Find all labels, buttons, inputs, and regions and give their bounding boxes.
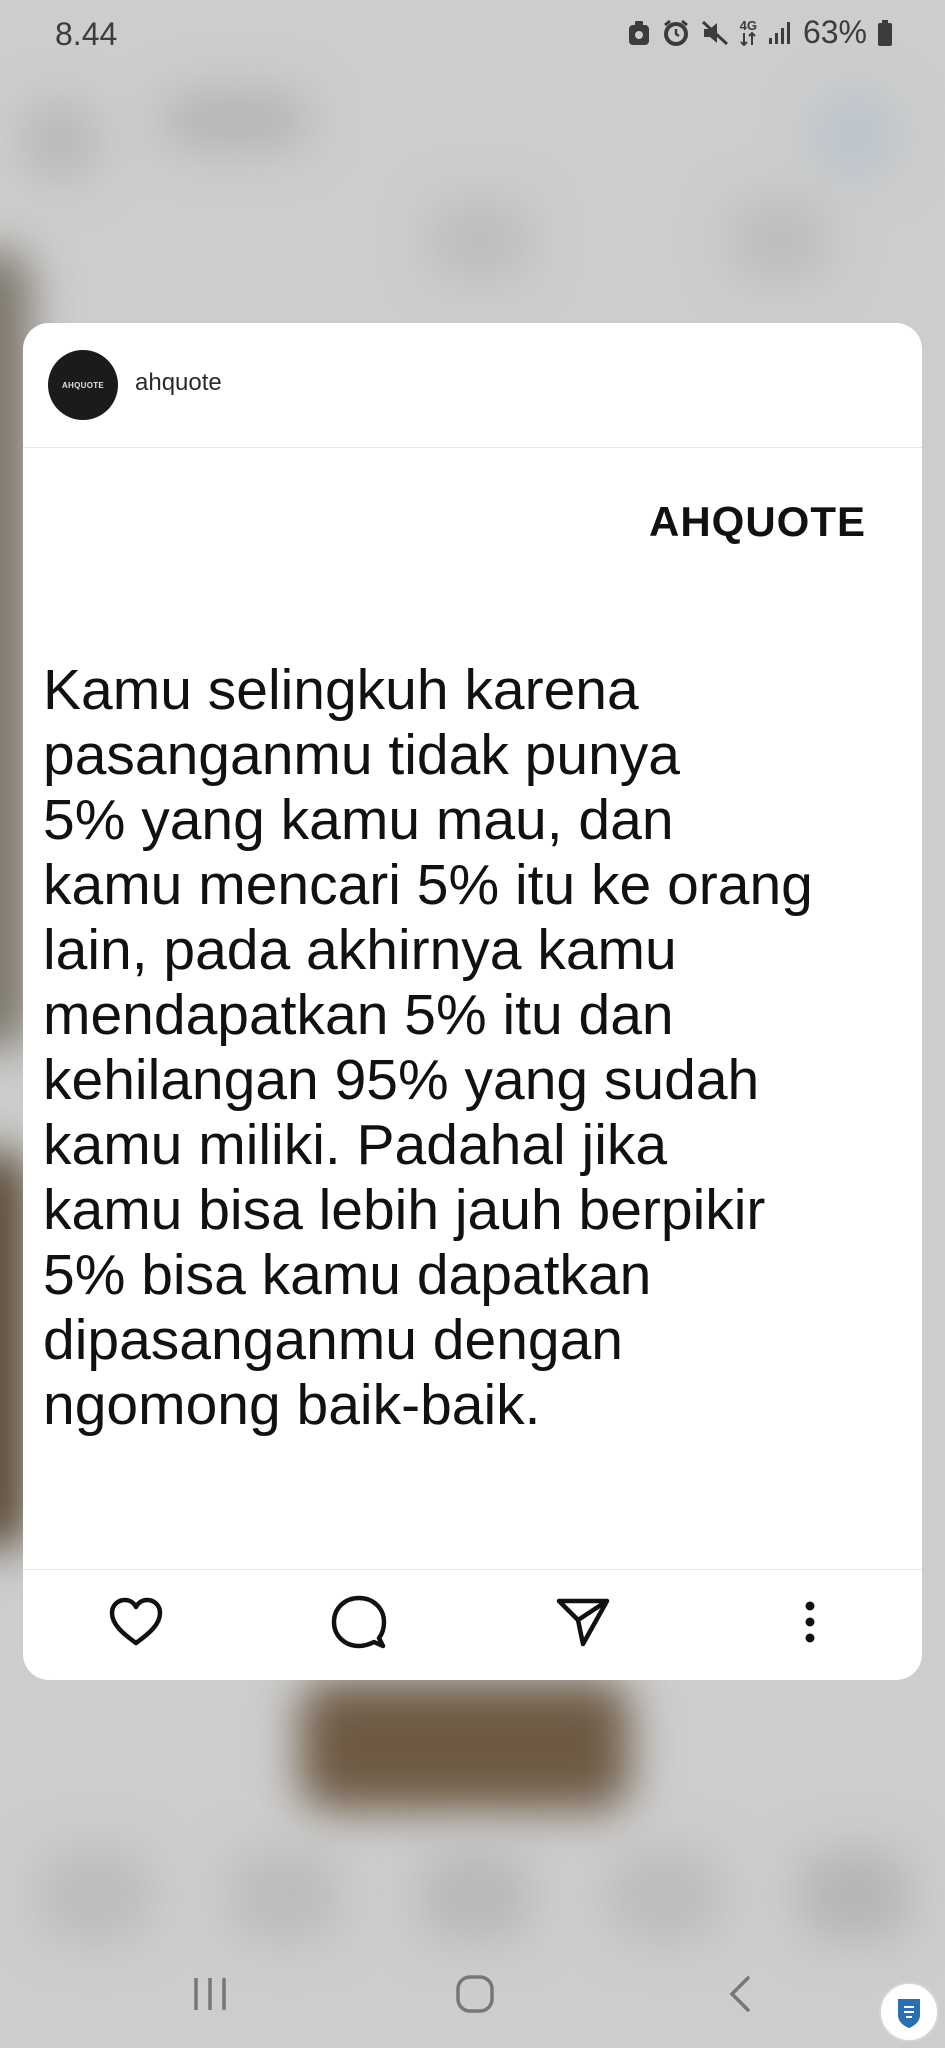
share-button[interactable] xyxy=(553,1594,613,1654)
quote-line: kamu bisa lebih jauh berpikir xyxy=(43,1178,766,1242)
comment-button[interactable] xyxy=(329,1594,389,1654)
system-navigation-bar xyxy=(0,1938,945,2048)
post-header: AHQUOTE ahquote xyxy=(23,323,922,448)
recents-button[interactable] xyxy=(180,1966,240,2026)
mute-icon xyxy=(700,19,730,47)
home-button[interactable] xyxy=(445,1966,505,2026)
quote-line: pasanganmu tidak punya xyxy=(43,723,680,787)
watermark-logo xyxy=(879,1982,939,2042)
quote-line: mendapatkan 5% itu dan xyxy=(43,983,674,1047)
quote-line: lain, pada akhirnya kamu xyxy=(43,918,677,982)
more-options-button[interactable] xyxy=(780,1594,840,1654)
quote-line: ngomong baik-baik. xyxy=(43,1373,541,1437)
quote-line: kehilangan 95% yang sudah xyxy=(43,1048,760,1112)
alarm-icon xyxy=(662,19,690,47)
like-button[interactable] xyxy=(106,1594,166,1654)
status-time: 8.44 xyxy=(55,16,118,52)
heart-icon xyxy=(108,1596,164,1653)
battery-icon xyxy=(877,19,893,47)
avatar[interactable]: AHQUOTE xyxy=(48,350,118,420)
recents-icon xyxy=(190,1976,230,2017)
post-actions xyxy=(23,1569,922,1680)
status-icons: 4G 63% xyxy=(626,14,893,51)
quote-text: Kamu selingkuh karena pasanganmu tidak pu… xyxy=(43,658,922,1438)
post-image: AHQUOTE Kamu selingkuh karena pasanganmu … xyxy=(23,448,922,1568)
quote-line: 5% yang kamu mau, dan xyxy=(43,788,674,852)
back-icon xyxy=(726,1974,754,2019)
send-icon xyxy=(555,1596,611,1653)
back-button[interactable] xyxy=(710,1966,770,2026)
battery-percent: 63% xyxy=(802,14,867,50)
more-icon xyxy=(804,1600,816,1649)
username[interactable]: ahquote xyxy=(135,369,222,397)
comment-icon xyxy=(331,1594,387,1655)
avatar-logo-text: AHQUOTE xyxy=(61,380,105,390)
quote-line: Kamu selingkuh karena xyxy=(43,658,639,722)
signal-icon xyxy=(767,20,793,46)
quote-line: kamu miliki. Padahal jika xyxy=(43,1113,668,1177)
home-icon xyxy=(455,1974,495,2019)
quote-line: kamu mencari 5% itu ke orang xyxy=(43,853,813,917)
quote-line: dipasanganmu dengan xyxy=(43,1308,623,1372)
status-bar: 8.44 4G 63% xyxy=(0,0,945,70)
post-preview-card: AHQUOTE ahquote AHQUOTE Kamu selingkuh k… xyxy=(23,323,922,1680)
data-saver-icon xyxy=(626,19,652,47)
brand-title: AHQUOTE xyxy=(649,498,866,545)
quote-line: 5% bisa kamu dapatkan xyxy=(43,1243,652,1307)
network-4g-icon: 4G xyxy=(740,19,757,46)
